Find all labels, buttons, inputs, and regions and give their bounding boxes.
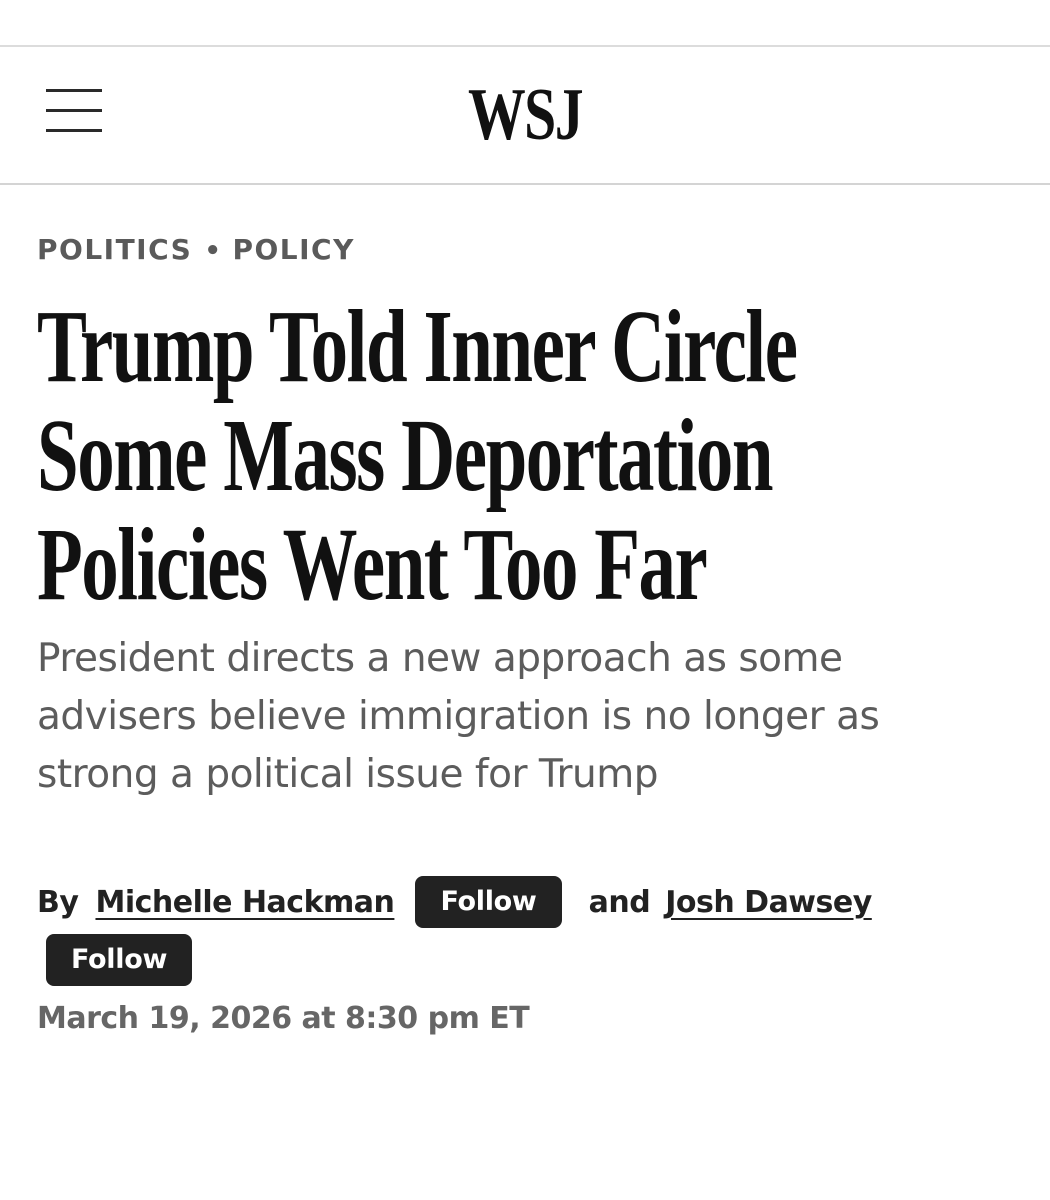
- breadcrumb: POLITICS • POLICY: [37, 230, 355, 271]
- breadcrumb-subsection-policy[interactable]: POLICY: [232, 233, 354, 266]
- dek-line: advisers believe immigration is no longe…: [37, 694, 880, 739]
- follow-button-josh-dawsey[interactable]: Follow: [46, 934, 193, 986]
- header-divider: [0, 183, 1050, 185]
- byline-by-label: By: [37, 884, 79, 920]
- article-dek: President directs a new approach as some…: [37, 630, 1027, 804]
- publish-timestamp: March 19, 2026 at 8:30 pm ET: [37, 1001, 530, 1036]
- byline-continued: Follow: [46, 934, 193, 986]
- menu-bar: [46, 89, 102, 92]
- breadcrumb-section-politics[interactable]: POLITICS: [37, 233, 192, 266]
- dek-line: strong a political issue for Trump: [37, 752, 659, 797]
- headline-line: Some Mass Deportation: [37, 398, 774, 513]
- menu-bar: [46, 129, 102, 132]
- headline-line: Trump Told Inner Circle: [37, 289, 798, 404]
- author-link-josh-dawsey[interactable]: Josh Dawsey: [665, 885, 872, 920]
- headline-line: Policies Went Too Far: [37, 507, 708, 622]
- menu-bar: [46, 109, 102, 112]
- byline-conjunction: and: [588, 884, 651, 920]
- wsj-logo[interactable]: WSJ: [116, 73, 935, 157]
- site-header: WSJ: [0, 47, 1050, 183]
- byline: By Michelle Hackman Follow and Josh Daws…: [37, 876, 872, 928]
- dek-line: President directs a new approach as some: [37, 636, 843, 681]
- author-link-michelle-hackman[interactable]: Michelle Hackman: [95, 885, 394, 920]
- follow-button-michelle-hackman[interactable]: Follow: [415, 876, 562, 928]
- breadcrumb-separator: •: [204, 236, 223, 266]
- hamburger-menu-icon[interactable]: [44, 89, 104, 135]
- article-headline: Trump Told Inner Circle Some Mass Deport…: [37, 292, 973, 619]
